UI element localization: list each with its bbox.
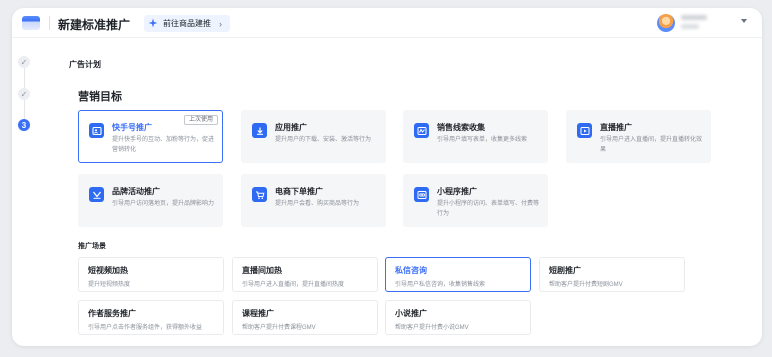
flag-icon <box>89 187 104 202</box>
goal-card-app[interactable]: 应用推广 提升用户的下载、安装、激活等行为 <box>241 110 386 163</box>
profile-card-icon <box>89 123 104 138</box>
scene-desc: 帮助客户提升付费课程GMV <box>242 325 316 331</box>
download-icon <box>252 123 267 138</box>
scene-desc: 引导用户进入直播间，提升直播间热度 <box>242 282 345 288</box>
scene-title: 短视频加热 <box>88 266 128 275</box>
scene-title: 作者服务推广 <box>88 309 136 318</box>
goal-title: 小程序推广 <box>437 187 477 196</box>
promotion-scene-heading: 推广场景 <box>78 243 106 250</box>
goal-title: 电商下单推广 <box>275 187 323 196</box>
goal-card-sales-lead[interactable]: 销售线索收集 引导用户填写表单，收集更多线索 <box>403 110 548 163</box>
goto-product-promotion-button[interactable]: 前往商品建推 › <box>144 15 230 32</box>
sparkle-icon <box>148 18 158 30</box>
goal-desc: 引导用户填写表单，收集更多线索 <box>437 137 528 143</box>
scene-desc: 引导用户私信咨询，收集销售线索 <box>395 282 486 288</box>
scene-card-author-service[interactable]: 作者服务推广 引导用户点击作者服务组件，获得额外收益 <box>78 300 224 335</box>
goal-desc: 引导用户进入直播间，提升直播转化效果 <box>600 137 703 153</box>
step-3-current[interactable]: 3 <box>18 119 30 131</box>
scene-card-short-video[interactable]: 短视频加热 提升短视频热度 <box>78 257 224 292</box>
top-header: 新建标准推广 前往商品建推 › <box>12 8 762 38</box>
scene-title: 直播间加热 <box>242 266 282 275</box>
page-title: 新建标准推广 <box>58 18 131 32</box>
marketing-goal-heading: 营销目标 <box>78 91 122 103</box>
goal-card-kuaishou-account[interactable]: 快手号推广 提升快手号的互动、加粉等行为，促进营销转化 上次使用 <box>78 110 223 163</box>
cart-icon <box>252 187 267 202</box>
scene-card-novel[interactable]: 小说推广 帮助客户提升付费小说GMV <box>385 300 531 335</box>
goal-card-brand[interactable]: 品牌活动推广 引导用户访问落地页，提升品牌影响力 <box>78 174 223 227</box>
step-1-done[interactable]: ✓ <box>18 56 30 68</box>
app-window: 新建标准推广 前往商品建推 › ✓ ✓ 3 广告计划 营销目标 快手号推广 提升… <box>12 8 762 346</box>
goal-desc: 提升小程序的访问、表单填写、付费等行为 <box>437 201 540 217</box>
goal-title: 销售线索收集 <box>437 123 485 132</box>
scene-desc: 帮助客户提升付费短剧GMV <box>549 282 623 288</box>
mini-program-icon <box>414 187 429 202</box>
scene-desc: 提升短视频热度 <box>88 282 131 288</box>
scene-card-live-room[interactable]: 直播间加热 引导用户进入直播间，提升直播间热度 <box>232 257 378 292</box>
goal-desc: 引导用户访问落地页，提升品牌影响力 <box>112 201 215 207</box>
app-logo-icon <box>22 16 40 30</box>
goal-card-live[interactable]: 直播推广 引导用户进入直播间，提升直播转化效果 <box>566 110 711 163</box>
goal-card-mini-program[interactable]: 小程序推广 提升小程序的访问、表单填写、付费等行为 <box>403 174 548 227</box>
goto-product-promotion-label: 前往商品建推 <box>163 19 211 28</box>
goal-desc: 提升用户会看、购买商品等行为 <box>275 201 360 207</box>
chevron-right-icon: › <box>219 18 222 29</box>
header-divider <box>49 16 50 30</box>
account-name-redacted <box>681 15 707 20</box>
goal-desc: 提升快手号的互动、加粉等行为，促进营销转化 <box>112 137 215 153</box>
goal-title: 品牌活动推广 <box>112 187 160 196</box>
account-dropdown-caret-icon[interactable] <box>741 19 747 23</box>
scene-title: 小说推广 <box>395 309 427 318</box>
scene-card-private-message[interactable]: 私信咨询 引导用户私信咨询，收集销售线索 <box>385 257 531 292</box>
scene-title: 私信咨询 <box>395 266 427 275</box>
goal-title: 应用推广 <box>275 123 307 132</box>
wave-chart-icon <box>414 123 429 138</box>
goal-desc: 提升用户的下载、安装、激活等行为 <box>275 137 372 143</box>
scene-card-short-drama[interactable]: 短剧推广 帮助客户提升付费短剧GMV <box>539 257 685 292</box>
scene-card-course[interactable]: 课程推广 帮助客户提升付费课程GMV <box>232 300 378 335</box>
last-used-badge: 上次使用 <box>183 115 218 125</box>
goal-card-ecommerce[interactable]: 电商下单推广 提升用户会看、购买商品等行为 <box>241 174 386 227</box>
account-id-redacted <box>681 24 699 29</box>
scene-desc: 帮助客户提升付费小说GMV <box>395 325 469 331</box>
scene-title: 短剧推广 <box>549 266 581 275</box>
scene-title: 课程推广 <box>242 309 274 318</box>
goal-title: 直播推广 <box>600 123 632 132</box>
step-2-done[interactable]: ✓ <box>18 88 30 100</box>
play-icon <box>577 123 592 138</box>
user-avatar[interactable] <box>657 14 675 32</box>
scene-desc: 引导用户点击作者服务组件，获得额外收益 <box>88 325 203 331</box>
goal-title: 快手号推广 <box>112 123 152 132</box>
section-title: 广告计划 <box>69 60 101 69</box>
